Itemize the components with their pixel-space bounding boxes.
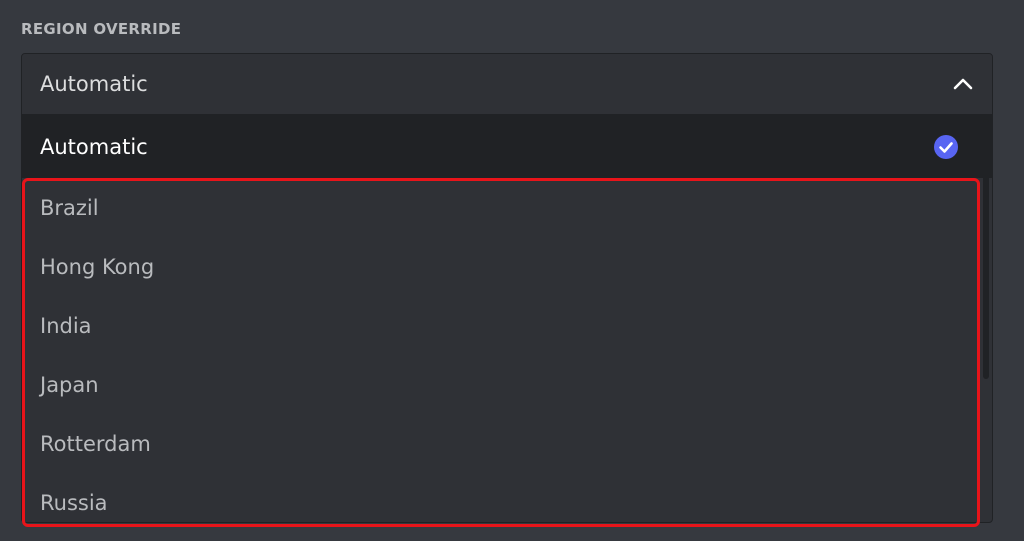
option-label: India xyxy=(40,313,92,338)
option-india[interactable]: India xyxy=(22,296,992,355)
section-label: REGION OVERRIDE xyxy=(21,20,182,38)
option-russia[interactable]: Russia xyxy=(22,473,992,522)
options-scrollbar[interactable] xyxy=(983,119,989,379)
option-label: Brazil xyxy=(40,195,99,220)
option-automatic[interactable]: Automatic xyxy=(22,115,992,178)
region-select-header[interactable]: Automatic xyxy=(22,54,992,115)
option-rotterdam[interactable]: Rotterdam xyxy=(22,414,992,473)
option-label: Rotterdam xyxy=(40,431,151,456)
option-label: Hong Kong xyxy=(40,254,155,279)
option-label: Automatic xyxy=(40,134,148,159)
select-current-value: Automatic xyxy=(40,72,148,96)
option-hong-kong[interactable]: Hong Kong xyxy=(22,237,992,296)
option-label: Russia xyxy=(40,490,108,515)
option-label: Japan xyxy=(40,372,99,397)
option-brazil[interactable]: Brazil xyxy=(22,178,992,237)
options-list: Automatic Brazil Hong Kong India Japan R… xyxy=(22,115,992,522)
chevron-up-icon[interactable] xyxy=(952,73,974,95)
check-circle-icon xyxy=(933,134,959,160)
region-select[interactable]: Automatic Automatic Brazil Hong Kong Ind… xyxy=(21,53,993,523)
option-japan[interactable]: Japan xyxy=(22,355,992,414)
